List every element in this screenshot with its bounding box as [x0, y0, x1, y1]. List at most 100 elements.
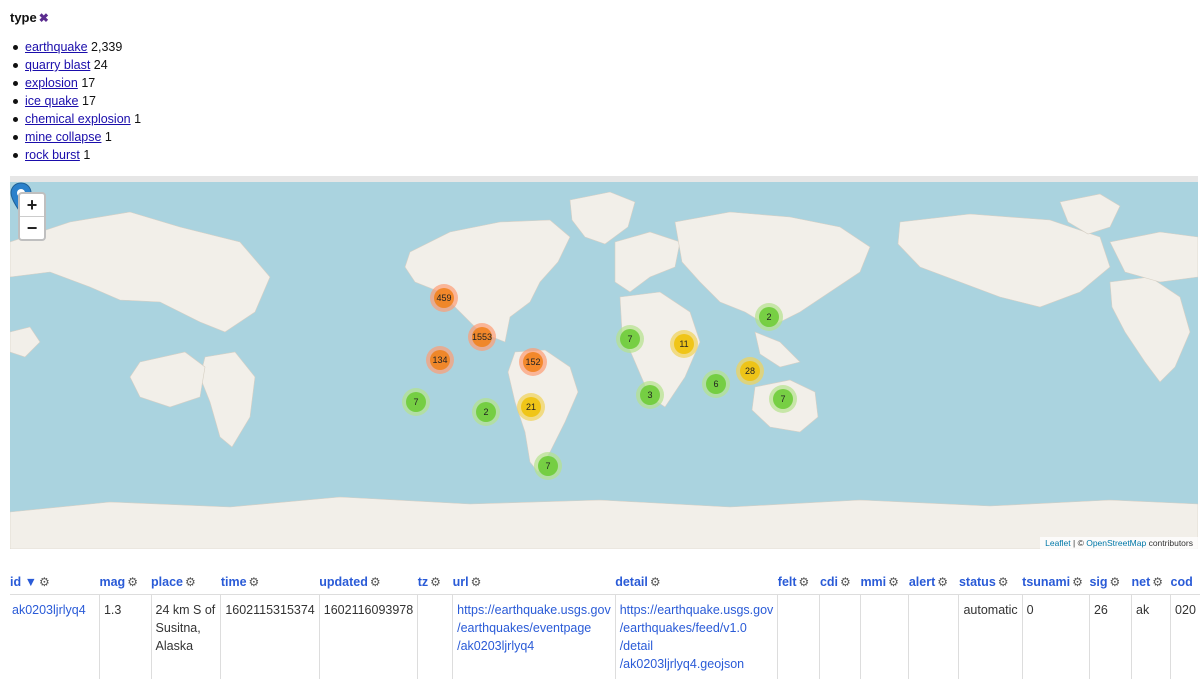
facet-link-quarry-blast[interactable]: quarry blast	[25, 58, 90, 72]
column-header-id[interactable]: id ▼⚙	[10, 574, 99, 595]
column-header-time[interactable]: time⚙	[221, 574, 319, 595]
column-header-cdi[interactable]: cdi⚙	[820, 574, 860, 595]
detail-link[interactable]: https://earthquake.usgs.gov /earthquakes…	[620, 601, 774, 673]
cell-detail: https://earthquake.usgs.gov /earthquakes…	[615, 595, 778, 679]
cluster-marker[interactable]: 3	[636, 381, 664, 409]
gear-icon[interactable]: ⚙	[471, 575, 482, 589]
map-tiles	[10, 182, 1198, 549]
results-table: id ▼⚙ mag⚙ place⚙ time⚙ updated⚙ tz⚙ url…	[10, 574, 1200, 679]
gear-icon[interactable]: ⚙	[998, 575, 1009, 589]
facet-count: 2,339	[91, 40, 122, 54]
facet-item: rock burst 1	[10, 146, 141, 164]
osm-link[interactable]: OpenStreetMap	[1086, 538, 1146, 548]
cluster-marker[interactable]: 7	[402, 388, 430, 416]
cluster-marker[interactable]: 7	[616, 325, 644, 353]
facet-count: 1	[83, 148, 90, 162]
facet-count: 17	[82, 94, 96, 108]
zoom-out-button[interactable]: −	[20, 216, 44, 239]
url-link[interactable]: https://earthquake.usgs.gov /earthquakes…	[457, 601, 611, 655]
column-header-tsunami[interactable]: tsunami⚙	[1022, 574, 1089, 595]
cluster-marker[interactable]: 7	[769, 385, 797, 413]
cluster-marker[interactable]: 459	[430, 284, 458, 312]
facet-link-mine-collapse[interactable]: mine collapse	[25, 130, 101, 144]
facet-link-ice-quake[interactable]: ice quake	[25, 94, 79, 108]
cell-tz	[418, 595, 453, 679]
facet-link-chemical-explosion[interactable]: chemical explosion	[25, 112, 131, 126]
column-header-alert[interactable]: alert⚙	[909, 574, 959, 595]
facet-item: quarry blast 24	[10, 56, 141, 74]
cluster-marker[interactable]: 2	[472, 398, 500, 426]
facet-item: explosion 17	[10, 74, 141, 92]
cell-id: ak0203ljrlyq4	[10, 595, 99, 679]
cluster-marker[interactable]: 152	[519, 348, 547, 376]
cluster-marker[interactable]: 134	[426, 346, 454, 374]
facet-item: earthquake 2,339	[10, 38, 141, 56]
cell-felt	[778, 595, 820, 679]
gear-icon[interactable]: ⚙	[1072, 575, 1083, 589]
column-header-mag[interactable]: mag⚙	[99, 574, 151, 595]
facet-link-explosion[interactable]: explosion	[25, 76, 78, 90]
gear-icon[interactable]: ⚙	[185, 575, 196, 589]
facet-item: ice quake 17	[10, 92, 141, 110]
map-attribution: Leaflet | © OpenStreetMap contributors	[1040, 537, 1198, 549]
cell-time: 1602115315374	[221, 595, 319, 679]
cluster-marker[interactable]: 7	[534, 452, 562, 480]
cluster-marker[interactable]: 11	[670, 330, 698, 358]
cluster-marker[interactable]: 28	[736, 357, 764, 385]
cluster-marker[interactable]: 1553	[468, 323, 496, 351]
gear-icon[interactable]: ⚙	[127, 575, 138, 589]
facet-count: 24	[94, 58, 108, 72]
zoom-in-button[interactable]: +	[20, 194, 44, 216]
column-header-updated[interactable]: updated⚙	[319, 574, 417, 595]
cell-mag: 1.3	[99, 595, 151, 679]
map[interactable]: + − 459 1553 134 152 7 2 21 7 7 11 3 6 2…	[10, 176, 1198, 549]
gear-icon[interactable]: ⚙	[1152, 575, 1163, 589]
gear-icon[interactable]: ⚙	[840, 575, 851, 589]
column-header-mmi[interactable]: mmi⚙	[860, 574, 908, 595]
column-header-net[interactable]: net⚙	[1132, 574, 1171, 595]
cell-mmi	[860, 595, 908, 679]
facet-list: earthquake 2,339 quarry blast 24 explosi…	[10, 38, 141, 164]
column-header-sig[interactable]: sig⚙	[1089, 574, 1131, 595]
facet-count: 1	[105, 130, 112, 144]
cluster-marker[interactable]: 6	[702, 370, 730, 398]
cluster-marker[interactable]: 21	[517, 393, 545, 421]
cell-alert	[909, 595, 959, 679]
cell-net: ak	[1132, 595, 1171, 679]
table-header-row: id ▼⚙ mag⚙ place⚙ time⚙ updated⚙ tz⚙ url…	[10, 574, 1200, 595]
table-row: ak0203ljrlyq4 1.3 24 km S of Susitna, Al…	[10, 595, 1200, 679]
facet-item: chemical explosion 1	[10, 110, 141, 128]
gear-icon[interactable]: ⚙	[370, 575, 381, 589]
column-header-place[interactable]: place⚙	[151, 574, 221, 595]
cell-url: https://earthquake.usgs.gov /earthquakes…	[453, 595, 616, 679]
gear-icon[interactable]: ⚙	[888, 575, 899, 589]
gear-icon[interactable]: ⚙	[1110, 575, 1121, 589]
leaflet-link[interactable]: Leaflet	[1045, 538, 1071, 548]
x-icon[interactable]: ✖	[39, 11, 49, 25]
column-header-code[interactable]: cod	[1171, 574, 1200, 595]
facet-count: 1	[134, 112, 141, 126]
facet-title: type✖	[10, 10, 49, 25]
facet-link-earthquake[interactable]: earthquake	[25, 40, 88, 54]
gear-icon[interactable]: ⚙	[650, 575, 661, 589]
cell-place: 24 km S of Susitna, Alaska	[151, 595, 221, 679]
cell-sig: 26	[1089, 595, 1131, 679]
gear-icon[interactable]: ⚙	[799, 575, 810, 589]
gear-icon[interactable]: ⚙	[937, 575, 948, 589]
facet-link-rock-burst[interactable]: rock burst	[25, 148, 80, 162]
column-header-tz[interactable]: tz⚙	[418, 574, 453, 595]
cell-status: automatic	[959, 595, 1022, 679]
cell-tsunami: 0	[1022, 595, 1089, 679]
cell-code: 020	[1171, 595, 1200, 679]
cluster-marker[interactable]: 2	[755, 303, 783, 331]
column-header-status[interactable]: status⚙	[959, 574, 1022, 595]
column-header-felt[interactable]: felt⚙	[778, 574, 820, 595]
gear-icon[interactable]: ⚙	[39, 575, 50, 589]
column-header-url[interactable]: url⚙	[453, 574, 616, 595]
cell-cdi	[820, 595, 860, 679]
column-header-detail[interactable]: detail⚙	[615, 574, 778, 595]
gear-icon[interactable]: ⚙	[430, 575, 441, 589]
row-id-link[interactable]: ak0203ljrlyq4	[12, 603, 86, 617]
gear-icon[interactable]: ⚙	[249, 575, 260, 589]
zoom-control: + −	[18, 192, 46, 241]
